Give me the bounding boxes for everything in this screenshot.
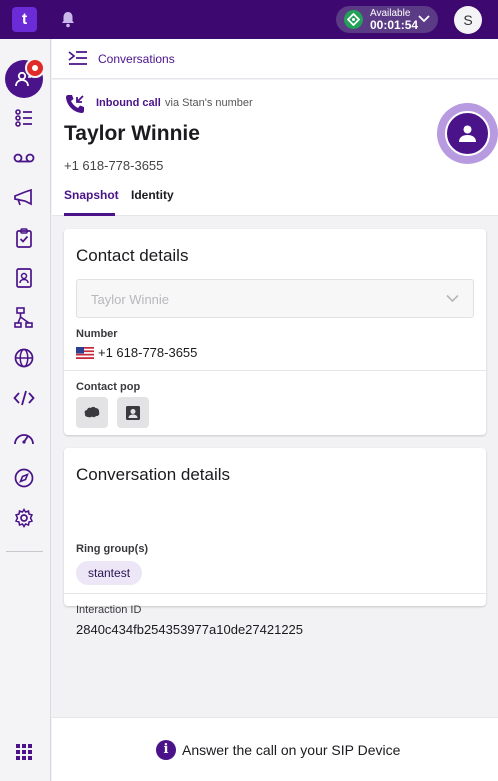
sidebar-item-developer[interactable]: [8, 382, 40, 414]
card-divider: [64, 593, 486, 594]
ring-groups-label: Ring group(s): [76, 543, 149, 555]
contact-select-value: Taylor Winnie: [91, 292, 170, 307]
clipboard-check-icon: [16, 228, 32, 248]
answer-call-bar: i Answer the call on your SIP Device: [52, 717, 498, 781]
ring-group-chip: stantest: [76, 561, 143, 585]
sidebar-item-analytics[interactable]: [8, 422, 40, 454]
chevron-down-icon: [418, 15, 430, 23]
tab-identity[interactable]: Identity: [131, 188, 174, 202]
status-timer: 00:01:54: [370, 18, 419, 32]
number-value: +1 618-778-3655: [98, 345, 198, 360]
sidebar-item-voicemail[interactable]: [8, 142, 40, 174]
caller-avatar: [437, 103, 498, 164]
conversation-details-title: Conversation details: [76, 465, 231, 484]
collapse-menu-icon[interactable]: [68, 51, 88, 65]
us-flag-icon: [76, 347, 94, 359]
number-label: Number: [76, 328, 118, 340]
inbound-call-icon: [66, 95, 84, 113]
active-tab-indicator: [64, 213, 115, 216]
call-header: Inbound call via Stan's number Taylor Wi…: [52, 80, 498, 216]
code-icon: [13, 390, 35, 406]
sidebar-divider: [6, 551, 43, 552]
call-via-label: via Stan's number: [165, 97, 253, 109]
sidebar-item-explore[interactable]: [8, 462, 40, 494]
contact-details-card: Contact details Taylor Winnie Number +1 …: [64, 229, 486, 435]
answer-call-message: Answer the call on your SIP Device: [182, 742, 401, 758]
compass-icon: [14, 468, 34, 488]
user-avatar[interactable]: S: [454, 6, 482, 34]
interaction-id-label: Interaction ID: [76, 604, 142, 616]
breadcrumb: Conversations: [52, 39, 498, 79]
caller-name: Taylor Winnie: [64, 122, 200, 145]
gear-icon: [14, 508, 34, 528]
top-bar: t Available 00:01:54 S: [0, 0, 498, 39]
contact-card-icon: [126, 406, 140, 420]
sidebar-item-global[interactable]: [8, 342, 40, 374]
apps-grid-icon: [16, 744, 32, 760]
speedometer-icon: [14, 434, 34, 445]
sidebar-item-queue[interactable]: [8, 102, 40, 134]
sidebar: [0, 39, 51, 781]
queue-list-icon: [15, 109, 32, 127]
contact-card-pop-button[interactable]: [117, 397, 149, 428]
salesforce-cloud-icon: [84, 406, 100, 418]
status-selector[interactable]: Available 00:01:54: [336, 6, 438, 33]
card-divider: [64, 370, 486, 371]
app-logo[interactable]: t: [12, 7, 37, 32]
available-status-icon: [344, 10, 363, 29]
caller-number: +1 618-778-3655: [64, 158, 164, 173]
sidebar-item-tasks[interactable]: [8, 222, 40, 254]
contact-details-title: Contact details: [76, 246, 189, 265]
call-type-label: Inbound call: [96, 97, 161, 109]
person-icon: [459, 125, 476, 142]
contact-pop-label: Contact pop: [76, 381, 141, 393]
info-icon: i: [156, 740, 176, 760]
contact-select[interactable]: Taylor Winnie: [76, 279, 474, 318]
tab-snapshot[interactable]: Snapshot: [64, 188, 119, 202]
interaction-id-value: 2840c434fb254353977a10de27421225: [76, 622, 304, 637]
sidebar-item-campaigns[interactable]: [8, 182, 40, 214]
main-panel: Conversations Inbound call via Stan's nu…: [52, 39, 498, 781]
contacts-book-icon: [16, 268, 32, 288]
chevron-down-icon: [446, 294, 459, 303]
megaphone-icon: [14, 189, 32, 206]
caller-avatar-inner: [445, 111, 490, 156]
salesforce-pop-button[interactable]: [76, 397, 108, 428]
bell-icon[interactable]: [60, 11, 76, 28]
sidebar-item-settings[interactable]: [8, 502, 40, 534]
voicemail-icon: [13, 153, 35, 163]
globe-icon: [14, 348, 34, 368]
notification-badge: [25, 58, 45, 78]
routing-icon: [14, 307, 33, 328]
breadcrumb-conversations-link[interactable]: Conversations: [98, 52, 175, 66]
sidebar-item-apps[interactable]: [8, 736, 40, 768]
conversation-details-card: Conversation details Ring group(s) stant…: [64, 448, 486, 637]
sidebar-item-contacts[interactable]: [8, 262, 40, 294]
sidebar-item-routing[interactable]: [8, 302, 40, 334]
